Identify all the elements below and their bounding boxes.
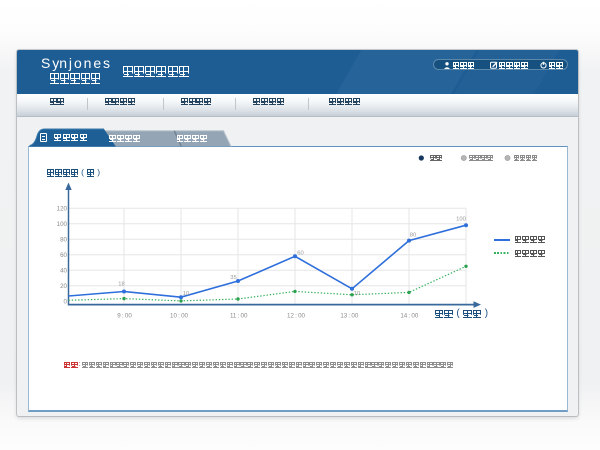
svg-text:14 : 00: 14 : 00 — [400, 313, 419, 320]
svg-text:10 : 00: 10 : 00 — [170, 313, 189, 320]
svg-text:35: 35 — [230, 275, 236, 281]
svg-text:10: 10 — [183, 291, 189, 297]
svg-text:10: 10 — [354, 291, 360, 297]
svg-text:120: 120 — [57, 206, 68, 213]
svg-text:0: 0 — [64, 298, 68, 305]
svg-text:12 : 00: 12 : 00 — [287, 313, 306, 320]
svg-text:60: 60 — [60, 252, 67, 259]
svg-text:20: 20 — [60, 283, 67, 290]
svg-text:11 : 00: 11 : 00 — [230, 313, 248, 320]
svg-text:40: 40 — [60, 268, 67, 275]
svg-text:18: 18 — [118, 282, 124, 288]
svg-text:100: 100 — [456, 217, 466, 223]
svg-text:60: 60 — [297, 251, 303, 257]
svg-text:80: 80 — [410, 233, 416, 239]
svg-text:80: 80 — [60, 237, 67, 244]
svg-text:13 : 00: 13 : 00 — [340, 313, 359, 320]
svg-text:100: 100 — [57, 221, 68, 228]
svg-text:9 : 00: 9 : 00 — [117, 313, 132, 320]
